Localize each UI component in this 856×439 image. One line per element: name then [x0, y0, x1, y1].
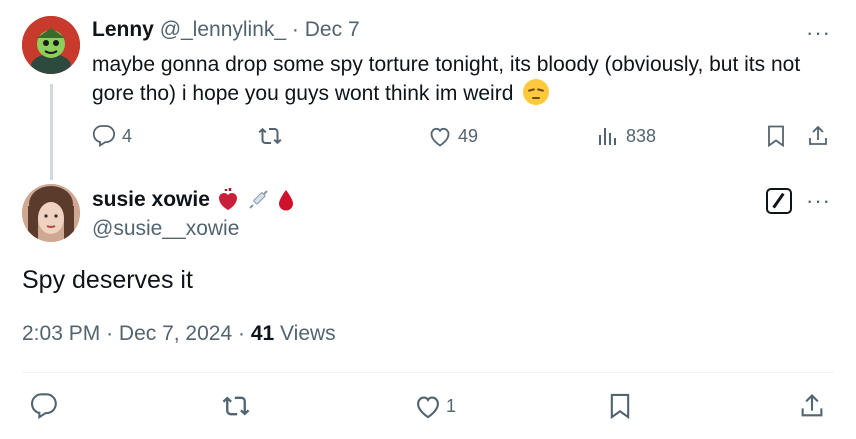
display-name[interactable]: susie xowie: [92, 188, 210, 212]
reply-icon: [92, 125, 116, 148]
heart-icon: [430, 127, 450, 147]
bookmark-icon: [768, 125, 784, 148]
reply-count: 4: [122, 125, 133, 146]
more-options-icon[interactable]: ···: [806, 188, 831, 214]
tweet-date[interactable]: Dec 7, 2024: [119, 322, 232, 345]
syringe-icon: [249, 190, 268, 209]
divider: [22, 372, 834, 373]
separator: ·: [291, 18, 299, 41]
tweet-header: Lenny @_lennylink_ · Dec 7: [92, 18, 360, 42]
handle[interactable]: @susie__xowie: [92, 217, 239, 241]
reply-name-row: susie xowie: [92, 188, 296, 212]
views-count: 838: [626, 125, 657, 146]
more-options-icon[interactable]: ···: [806, 20, 831, 46]
tweet-metadata: 2:03 PM · Dec 7, 2024 · 41 Views: [22, 322, 336, 346]
bookmark-icon: [610, 393, 630, 420]
reply-button[interactable]: 4: [92, 124, 132, 148]
tweet-time[interactable]: 2:03 PM: [22, 322, 100, 345]
views-button[interactable]: 838: [596, 124, 656, 148]
tweet-date[interactable]: Dec 7: [305, 18, 360, 41]
bookmark-button[interactable]: [764, 124, 788, 148]
repost-icon: [222, 396, 250, 416]
display-name[interactable]: Lenny: [92, 18, 154, 41]
pensive-face-icon: [523, 79, 550, 105]
like-button[interactable]: 49: [428, 124, 478, 148]
avatar[interactable]: [22, 16, 80, 74]
views-icon: [599, 128, 616, 145]
share-button[interactable]: [798, 392, 826, 420]
views-count: 41: [250, 322, 275, 345]
handle[interactable]: @_lennylink_: [160, 18, 286, 41]
drop-of-blood-icon: [278, 190, 293, 211]
tweet-text: Spy deserves it: [22, 266, 193, 294]
share-button[interactable]: [806, 124, 830, 148]
views-label: Views: [280, 322, 336, 345]
separator: ·: [106, 322, 114, 345]
reply-button[interactable]: [30, 392, 58, 420]
reply-icon: [30, 393, 57, 420]
heart-icon: [417, 396, 439, 419]
separator: ·: [238, 322, 245, 345]
share-icon: [801, 394, 823, 417]
avatar[interactable]: [22, 184, 80, 242]
like-button[interactable]: 1: [414, 392, 456, 420]
repost-icon: [258, 127, 282, 145]
like-count: 1: [446, 395, 457, 416]
anatomical-heart-icon: [218, 188, 237, 210]
grok-icon[interactable]: [766, 188, 792, 214]
repost-button[interactable]: [222, 392, 250, 420]
tweet-body: maybe gonna drop some spy torture tonigh…: [92, 53, 801, 105]
tweet-text: maybe gonna drop some spy torture tonigh…: [92, 50, 822, 108]
like-count: 49: [458, 125, 479, 146]
thread-line: [50, 84, 53, 180]
bookmark-button[interactable]: [606, 392, 634, 420]
repost-button[interactable]: [258, 124, 282, 148]
share-icon: [809, 125, 827, 145]
